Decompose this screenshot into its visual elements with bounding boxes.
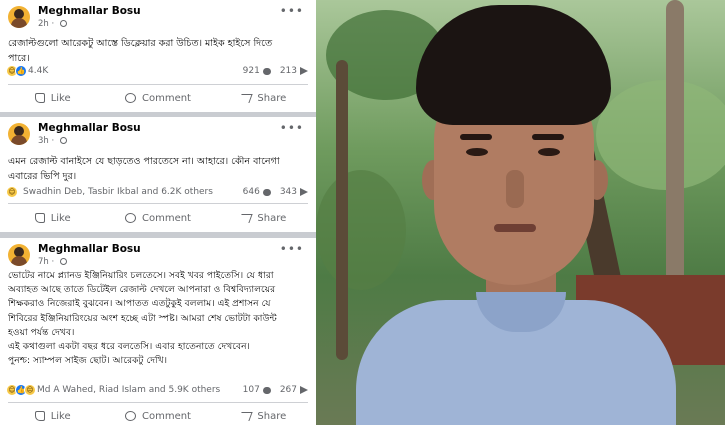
foliage (596, 80, 725, 190)
avatar[interactable] (8, 123, 30, 145)
share-count[interactable]: 213 (280, 66, 297, 76)
thumbs-up-icon (34, 93, 45, 103)
post: Meghmallar Bosu 2h · ••• রেজাল্টগুলো আরে… (0, 0, 316, 112)
post-time[interactable]: 7h · (38, 257, 67, 267)
post: Meghmallar Bosu 3h · ••• এমন রেজাল্ট বান… (0, 117, 316, 232)
foliage (316, 170, 406, 290)
sad-reaction-icon: ☹ (24, 384, 36, 396)
portrait-photo (316, 0, 725, 425)
comment-count[interactable]: 107 (243, 385, 260, 395)
post-time[interactable]: 2h · (38, 19, 67, 29)
comment-icon (124, 93, 136, 103)
reaction-count[interactable]: 4.4K (28, 66, 48, 76)
comment-icon (124, 411, 136, 421)
share-icon (238, 411, 254, 421)
comment-button[interactable]: Comment (105, 207, 210, 229)
post-stats: ☺ Swadhin Deb, Tasbir Ikbal and 6.2K oth… (6, 185, 308, 201)
like-button[interactable]: Like (0, 87, 105, 109)
thumbs-up-icon (34, 213, 45, 223)
author-name[interactable]: Meghmallar Bosu (38, 5, 141, 17)
divider (8, 203, 308, 204)
globe-icon (59, 137, 67, 144)
share-count[interactable]: 343 (280, 187, 297, 197)
action-bar: Like Comment Share (0, 87, 316, 109)
comment-icon (124, 213, 136, 223)
more-options-icon[interactable]: ••• (280, 242, 304, 256)
post: Meghmallar Bosu 7h · ••• ভোটের নামে প্ল্… (0, 238, 316, 425)
like-reaction-icon: 👍 (15, 65, 27, 77)
action-bar: Like Comment Share (0, 405, 316, 425)
comment-bubble-icon (262, 67, 271, 75)
post-text: ভোটের নামে প্ল্যানড ইঞ্জিনিয়ারিং চলতেসে… (8, 270, 277, 367)
comment-button[interactable]: Comment (105, 87, 210, 109)
divider (8, 402, 308, 403)
share-button[interactable]: Share (211, 207, 316, 229)
tree-trunk (336, 60, 348, 360)
more-options-icon[interactable]: ••• (280, 121, 304, 135)
comment-bubble-icon (262, 386, 271, 394)
eyebrow (460, 134, 492, 140)
like-button[interactable]: Like (0, 405, 105, 425)
post-time[interactable]: 3h · (38, 136, 67, 146)
thumbs-up-icon (34, 411, 45, 421)
post-stats: ☺ 👍 4.4K 921 213 (6, 64, 308, 80)
eyebrow (532, 134, 564, 140)
person-hair (416, 5, 611, 125)
more-options-icon[interactable]: ••• (280, 4, 304, 18)
eye (538, 148, 560, 156)
nose (506, 170, 524, 208)
share-icon (238, 213, 254, 223)
comment-count[interactable]: 921 (243, 66, 260, 76)
facebook-feed: Meghmallar Bosu 2h · ••• রেজাল্টগুলো আরে… (0, 0, 316, 425)
globe-icon (59, 258, 67, 265)
reaction-count[interactable]: Md A Wahed, Riad Islam and 5.9K others (37, 385, 220, 395)
share-arrow-icon (300, 386, 308, 394)
eye (466, 148, 488, 156)
comment-button[interactable]: Comment (105, 405, 210, 425)
reactions-summary[interactable]: ☺ 👍 ☹ (6, 384, 36, 396)
post-text: রেজাল্টগুলো আরেকটু আস্তে ডিক্লেয়ার করা … (8, 38, 273, 64)
reactions-summary[interactable]: ☺ 👍 (6, 65, 27, 77)
share-icon (238, 93, 254, 103)
comment-count[interactable]: 646 (243, 187, 260, 197)
mouth (494, 224, 536, 232)
action-bar: Like Comment Share (0, 207, 316, 229)
share-arrow-icon (300, 67, 308, 75)
share-arrow-icon (300, 188, 308, 196)
post-text: এমন রেজাল্ট বানাইসে যে ছাড়তেও পারতেসে ন… (8, 156, 280, 182)
share-count[interactable]: 267 (280, 385, 297, 395)
share-button[interactable]: Share (211, 87, 316, 109)
haha-reaction-icon: ☺ (6, 186, 18, 198)
like-button[interactable]: Like (0, 207, 105, 229)
author-name[interactable]: Meghmallar Bosu (38, 243, 141, 255)
reactions-summary[interactable]: ☺ (6, 186, 18, 198)
avatar[interactable] (8, 244, 30, 266)
comment-bubble-icon (262, 188, 271, 196)
globe-icon (59, 20, 67, 27)
avatar[interactable] (8, 6, 30, 28)
share-button[interactable]: Share (211, 405, 316, 425)
author-name[interactable]: Meghmallar Bosu (38, 122, 141, 134)
divider (8, 84, 308, 85)
reaction-count[interactable]: Swadhin Deb, Tasbir Ikbal and 6.2K other… (23, 187, 213, 197)
post-stats: ☺ 👍 ☹ Md A Wahed, Riad Islam and 5.9K ot… (6, 383, 308, 399)
